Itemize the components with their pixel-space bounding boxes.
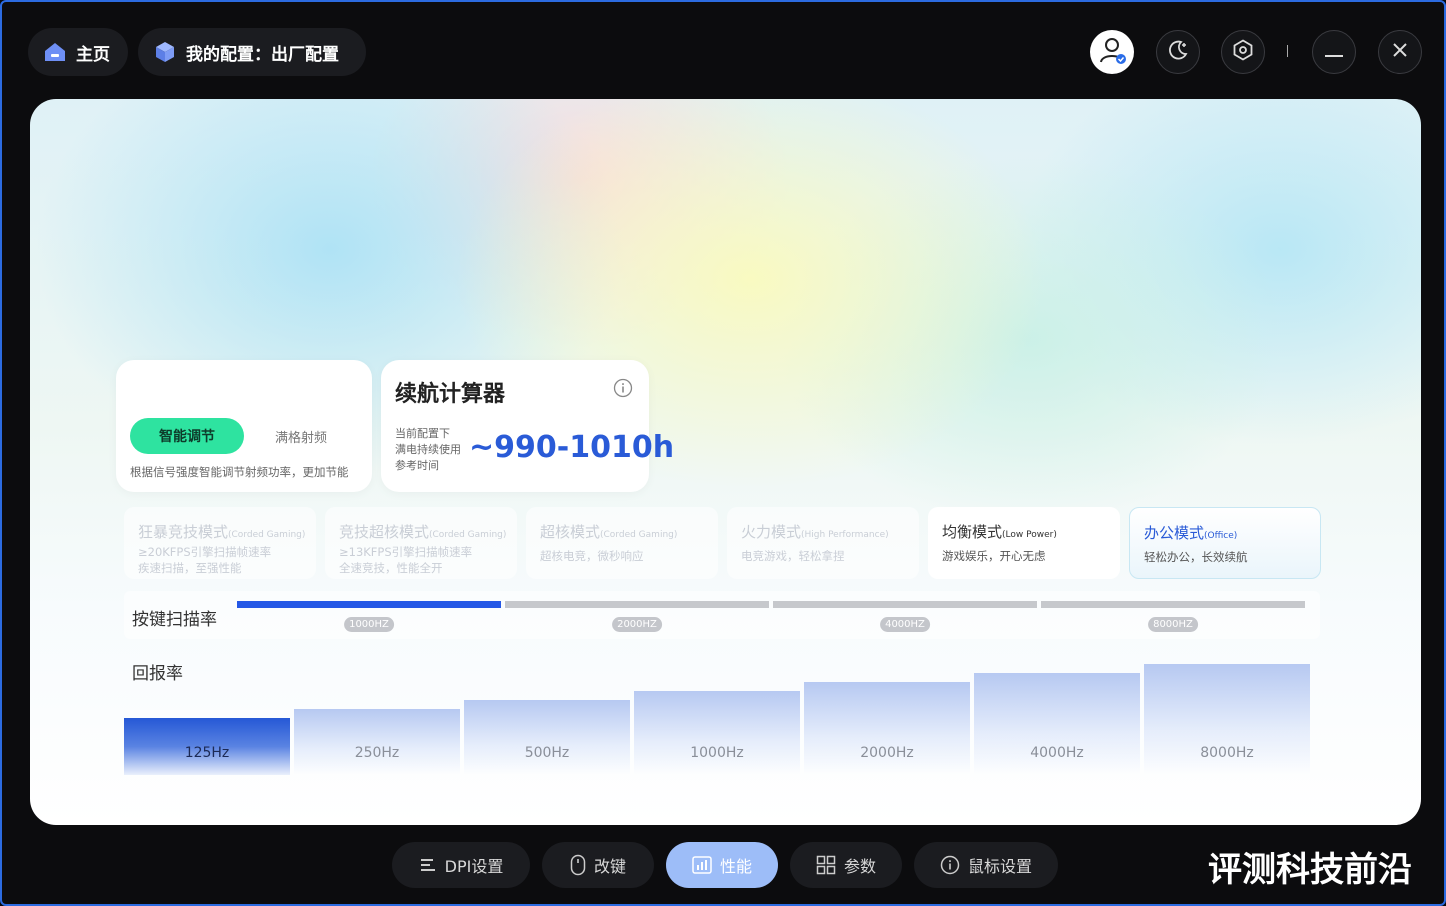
info-icon: [940, 855, 960, 875]
config-button[interactable]: 我的配置：出厂配置: [138, 28, 366, 76]
report-rate-label-text: 2000Hz: [860, 745, 914, 761]
user-avatar-button[interactable]: [1090, 30, 1134, 74]
tab-grid[interactable]: 参数: [790, 842, 902, 888]
report-rate-selector: 125Hz 250Hz 500Hz 1000Hz 2000Hz 4000Hz 8000Hz: [124, 664, 1314, 775]
top-bar: 主页 我的配置：出厂配置: [28, 28, 1422, 78]
grid-icon: [816, 855, 836, 875]
mode-description: 疾速扫描，至强性能: [138, 561, 242, 575]
mode-description: 游戏娱乐，开心无虑: [942, 549, 1046, 563]
watermark-text: 评测科技前沿: [1208, 850, 1412, 890]
mode-title: 火力模式(High Performance): [741, 523, 889, 541]
tab-label: DPI设置: [444, 857, 504, 876]
mode-subtitle: ≥13KFPS引擎扫描帧速率: [339, 545, 473, 559]
tab-mouse[interactable]: 改键: [542, 842, 654, 888]
mode-description: 超核电竞，微秒响应: [540, 549, 644, 563]
report-rate-option[interactable]: [804, 682, 970, 775]
home-label: 主页: [76, 44, 110, 65]
scan-rate-label: 按键扫描率: [132, 610, 217, 630]
scan-rate-segment[interactable]: [1041, 601, 1305, 608]
close-button[interactable]: [1378, 30, 1422, 74]
tab-label: 鼠标设置: [967, 857, 1032, 876]
tab-label: 改键: [593, 857, 626, 876]
mode-title: 均衡模式(Low Power): [942, 523, 1057, 541]
mode-selector: 狂暴竞技模式(Corded Gaming) ≥20KFPS引擎扫描帧速率 疾速扫描，…: [124, 505, 1321, 581]
app-window: 主页 我的配置：出厂配置 智能调节 满格射频 根据信号强度智能调节射频功率，更加…: [0, 0, 1446, 906]
scan-rate-tag[interactable]: 8000HZ: [1148, 617, 1198, 632]
close-icon: [1392, 42, 1408, 62]
report-rate-option[interactable]: [294, 709, 460, 775]
mode-title: 狂暴竞技模式(Corded Gaming): [138, 523, 306, 541]
mode-description: 轻松办公，长效续航: [1144, 550, 1248, 564]
mode-card: 狂暴竞技模式(Corded Gaming) ≥20KFPS引擎扫描帧速率 疾速扫描，…: [124, 507, 316, 579]
home-button[interactable]: 主页: [28, 28, 128, 76]
calculator-title: 续航计算器: [395, 382, 506, 407]
report-rate-label-text: 250Hz: [354, 745, 400, 761]
mode-subtitle: ≥20KFPS引擎扫描帧速率: [138, 545, 272, 559]
minimize-icon: [1325, 43, 1343, 62]
mode-description: 全速竞技，性能全开: [339, 561, 443, 575]
mode-title: 竞技超核模式(Corded Gaming): [339, 523, 507, 541]
report-rate-option[interactable]: [464, 700, 630, 775]
cube-icon: [152, 39, 178, 65]
scan-rate-tag[interactable]: 4000HZ: [880, 617, 930, 632]
mode-card[interactable]: 均衡模式(Low Power) 游戏娱乐，开心无虑: [928, 507, 1120, 579]
mode-title: 办公模式(Office): [1144, 524, 1238, 542]
rf-mode-description: 根据信号强度智能调节射频功率，更加节能: [130, 465, 349, 479]
scan-rate-row: 按键扫描率 1000HZ 2000HZ 4000HZ 8000HZ: [124, 591, 1320, 639]
smart-adjust-button[interactable]: 智能调节: [130, 418, 244, 454]
user-icon: [1097, 35, 1127, 69]
scan-rate-segment[interactable]: [237, 601, 501, 608]
report-rate-label-text: 500Hz: [524, 745, 570, 761]
tab-label: 性能: [719, 857, 752, 876]
report-rate-label-text: 1000Hz: [690, 745, 744, 761]
report-rate-option[interactable]: [634, 691, 800, 775]
info-icon[interactable]: [613, 378, 633, 402]
tab-label: 参数: [843, 857, 876, 876]
config-label: 我的配置：出厂配置: [186, 44, 339, 65]
battery-calculator-card: 续航计算器 当前配置下 满电持续使用 参考时间 ~990-1010h: [381, 360, 674, 492]
scan-rate-tag[interactable]: 1000HZ: [344, 617, 394, 632]
report-rate-label-text: 4000Hz: [1030, 745, 1084, 761]
dpi-icon: [419, 856, 437, 874]
performance-icon: [692, 856, 712, 874]
report-rate-label-text: 8000Hz: [1200, 745, 1254, 761]
performance-panel: 智能调节 满格射频 根据信号强度智能调节射频功率，更加节能 续航计算器 当前配置…: [30, 99, 1421, 825]
theme-toggle-button[interactable]: [1156, 30, 1200, 74]
home-icon: [42, 39, 68, 65]
mode-card[interactable]: 办公模式(Office) 轻松办公，长效续航: [1129, 507, 1321, 579]
moon-icon: [1167, 39, 1189, 65]
topbar-separator: [1287, 45, 1288, 57]
hexagon-settings-icon: [1232, 39, 1254, 65]
calculator-line3: 参考时间: [395, 459, 439, 472]
settings-button[interactable]: [1221, 30, 1265, 74]
calculator-caption: 当前配置下 满电持续使用 参考时间: [395, 426, 461, 474]
mode-description: 电竞游戏，轻松拿捏: [741, 549, 845, 563]
minimize-button[interactable]: [1312, 30, 1356, 74]
scan-rate-segment[interactable]: [505, 601, 769, 608]
mode-card: 超核模式(Corded Gaming) 超核电竞，微秒响应: [526, 507, 718, 579]
mode-card: 火力模式(High Performance) 电竞游戏，轻松拿捏: [727, 507, 919, 579]
mouse-icon: [570, 854, 586, 876]
scan-rate-segment[interactable]: [773, 601, 1037, 608]
tab-info[interactable]: 鼠标设置: [914, 842, 1058, 888]
tab-dpi[interactable]: DPI设置: [392, 842, 530, 888]
calculator-line2: 满电持续使用: [395, 443, 461, 456]
battery-life-value: ~990-1010h: [469, 430, 675, 465]
mode-card: 竞技超核模式(Corded Gaming) ≥13KFPS引擎扫描帧速率 全速竞技，…: [325, 507, 517, 579]
scan-rate-tag[interactable]: 2000HZ: [612, 617, 662, 632]
report-rate-label-text: 125Hz: [184, 745, 230, 761]
tab-performance[interactable]: 性能: [666, 842, 778, 888]
mode-title: 超核模式(Corded Gaming): [540, 523, 678, 541]
calculator-line1: 当前配置下: [395, 427, 450, 440]
full-power-button[interactable]: 满格射频: [254, 418, 348, 454]
rf-mode-card: 智能调节 满格射频 根据信号强度智能调节射频功率，更加节能: [116, 360, 372, 492]
